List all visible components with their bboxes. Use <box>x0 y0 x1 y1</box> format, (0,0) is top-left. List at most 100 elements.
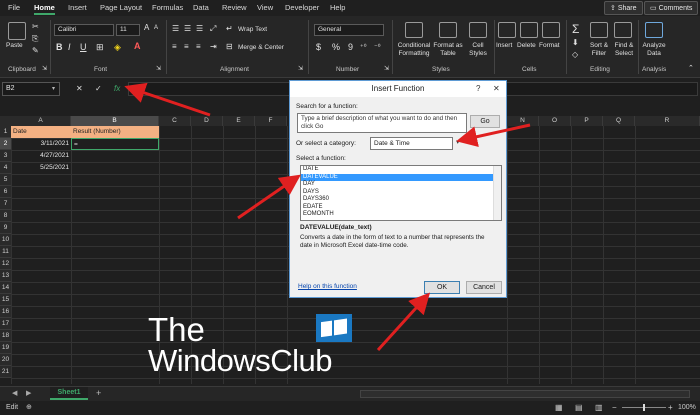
column-header-b[interactable]: B <box>71 116 159 126</box>
font-name-combo[interactable]: Calibri <box>54 24 114 36</box>
page-layout-view-icon[interactable]: ▤ <box>575 403 583 412</box>
find-select-icon[interactable] <box>614 22 632 38</box>
column-header-p[interactable]: P <box>571 116 603 126</box>
function-item-date[interactable]: DATE <box>301 166 501 174</box>
row-header-1[interactable]: 1 <box>0 126 11 138</box>
paste-icon[interactable] <box>8 22 26 40</box>
align-right-icon[interactable]: ≡ <box>196 42 201 51</box>
conditional-formatting-button[interactable]: Conditional Formatting <box>396 42 432 58</box>
format-cells-button[interactable]: Format <box>539 42 560 50</box>
share-button[interactable]: ⇪ Share <box>604 1 643 15</box>
align-left-icon[interactable]: ≡ <box>172 42 177 51</box>
row-header-10[interactable]: 10 <box>0 234 11 246</box>
row-header-17[interactable]: 17 <box>0 318 11 330</box>
font-color-icon[interactable]: A <box>134 41 141 51</box>
font-launcher-icon[interactable]: ⇲ <box>156 65 161 72</box>
insert-function-icon[interactable]: fx <box>114 84 120 93</box>
column-header-q[interactable]: Q <box>603 116 635 126</box>
conditional-formatting-icon[interactable] <box>405 22 423 38</box>
column-header-f[interactable]: F <box>255 116 287 126</box>
wrap-text-icon[interactable]: ↵ <box>226 24 233 33</box>
next-sheet-icon[interactable]: ▶ <box>26 389 31 397</box>
column-header-a[interactable]: A <box>11 116 71 126</box>
bold-icon[interactable]: B <box>56 42 63 52</box>
paste-button[interactable]: Paste <box>6 42 23 50</box>
comments-button[interactable]: ▭ Comments <box>644 1 699 15</box>
row-header-9[interactable]: 9 <box>0 222 11 234</box>
decrease-decimal-icon[interactable]: ⁻⁰ <box>374 43 381 51</box>
clear-icon[interactable]: ◇ <box>572 50 578 59</box>
column-header-e[interactable]: E <box>223 116 255 126</box>
row-header-2[interactable]: 2 <box>0 138 11 150</box>
zoom-level[interactable]: 100% <box>678 404 696 411</box>
percent-icon[interactable]: % <box>332 42 340 52</box>
format-as-table-button[interactable]: Format as Table <box>432 42 464 58</box>
format-cells-icon[interactable] <box>542 22 560 38</box>
cell-b1[interactable]: Result (Number) <box>71 126 159 138</box>
row-header-6[interactable]: 6 <box>0 186 11 198</box>
function-item-days360[interactable]: DAYS360 <box>301 196 501 204</box>
function-item-datevalue-selected[interactable]: DATEVALUE <box>301 173 493 181</box>
borders-icon[interactable]: ⊞ <box>96 42 104 53</box>
help-on-function-link[interactable]: Help on this function <box>298 283 357 290</box>
horizontal-scrollbar[interactable] <box>360 390 690 398</box>
row-header-13[interactable]: 13 <box>0 270 11 282</box>
select-all-corner[interactable] <box>0 116 11 126</box>
function-item-day[interactable]: DAY <box>301 181 501 189</box>
zoom-out-icon[interactable]: − <box>612 403 617 412</box>
alignment-launcher-icon[interactable]: ⇲ <box>298 65 303 72</box>
cell-a2[interactable]: 3/11/2021 <box>11 138 71 150</box>
row-header-8[interactable]: 8 <box>0 210 11 222</box>
wrap-text-button[interactable]: Wrap Text <box>238 26 267 34</box>
sort-filter-icon[interactable] <box>590 22 608 38</box>
column-header-c[interactable]: C <box>159 116 191 126</box>
font-size-combo[interactable]: 11 <box>116 24 140 36</box>
column-header-r[interactable]: R <box>635 116 700 126</box>
cell-b2-active[interactable]: = <box>71 138 159 150</box>
cell-styles-icon[interactable] <box>469 22 487 38</box>
clipboard-launcher-icon[interactable]: ⇲ <box>42 65 47 72</box>
normal-view-icon[interactable]: ▦ <box>555 403 563 412</box>
category-dropdown-icon[interactable]: ▾ <box>456 138 460 146</box>
row-header-3[interactable]: 3 <box>0 150 11 162</box>
ok-button[interactable]: OK <box>424 281 460 294</box>
add-sheet-icon[interactable]: + <box>96 388 101 398</box>
column-header-o[interactable]: O <box>539 116 571 126</box>
go-button[interactable]: Go <box>470 115 500 128</box>
row-header-4[interactable]: 4 <box>0 162 11 174</box>
delete-cells-button[interactable]: Delete <box>517 42 536 50</box>
autosum-icon[interactable]: Σ <box>572 22 579 36</box>
comma-style-icon[interactable]: 9 <box>348 42 353 52</box>
tab-home[interactable]: Home <box>34 3 55 15</box>
function-list-scrollbar[interactable] <box>493 166 501 220</box>
cut-icon[interactable]: ✂ <box>32 22 39 31</box>
insert-cells-button[interactable]: Insert <box>496 42 512 50</box>
row-header-20[interactable]: 20 <box>0 354 11 366</box>
fill-icon[interactable]: ⬇ <box>572 38 579 47</box>
tab-page-layout[interactable]: Page Layout <box>100 3 142 12</box>
merge-center-icon[interactable]: ⊟ <box>226 42 233 51</box>
fill-color-icon[interactable]: ◈ <box>114 42 121 53</box>
align-bottom-icon[interactable]: ☰ <box>196 24 203 33</box>
function-item-days[interactable]: DAYS <box>301 189 501 197</box>
tab-data[interactable]: Data <box>193 3 209 12</box>
column-header-d[interactable]: D <box>191 116 223 126</box>
tab-review[interactable]: Review <box>222 3 247 12</box>
accessibility-icon[interactable]: ⊕ <box>26 403 32 411</box>
function-item-edate[interactable]: EDATE <box>301 204 501 212</box>
analyze-data-icon[interactable] <box>645 22 663 38</box>
increase-decimal-icon[interactable]: ⁺⁰ <box>360 43 367 51</box>
insert-cells-icon[interactable] <box>498 22 516 38</box>
tab-view[interactable]: View <box>257 3 273 12</box>
cell-a3[interactable]: 4/27/2021 <box>11 150 71 162</box>
format-painter-icon[interactable]: ✎ <box>32 46 39 55</box>
tab-file[interactable]: File <box>8 3 20 12</box>
number-launcher-icon[interactable]: ⇲ <box>384 65 389 72</box>
orientation-icon[interactable]: ⤢ <box>210 24 216 34</box>
tab-help[interactable]: Help <box>330 3 345 12</box>
row-header-11[interactable]: 11 <box>0 246 11 258</box>
column-header-n[interactable]: N <box>507 116 539 126</box>
currency-icon[interactable]: $ <box>316 42 321 52</box>
tab-developer[interactable]: Developer <box>285 3 319 12</box>
help-icon[interactable]: ? <box>476 84 480 93</box>
